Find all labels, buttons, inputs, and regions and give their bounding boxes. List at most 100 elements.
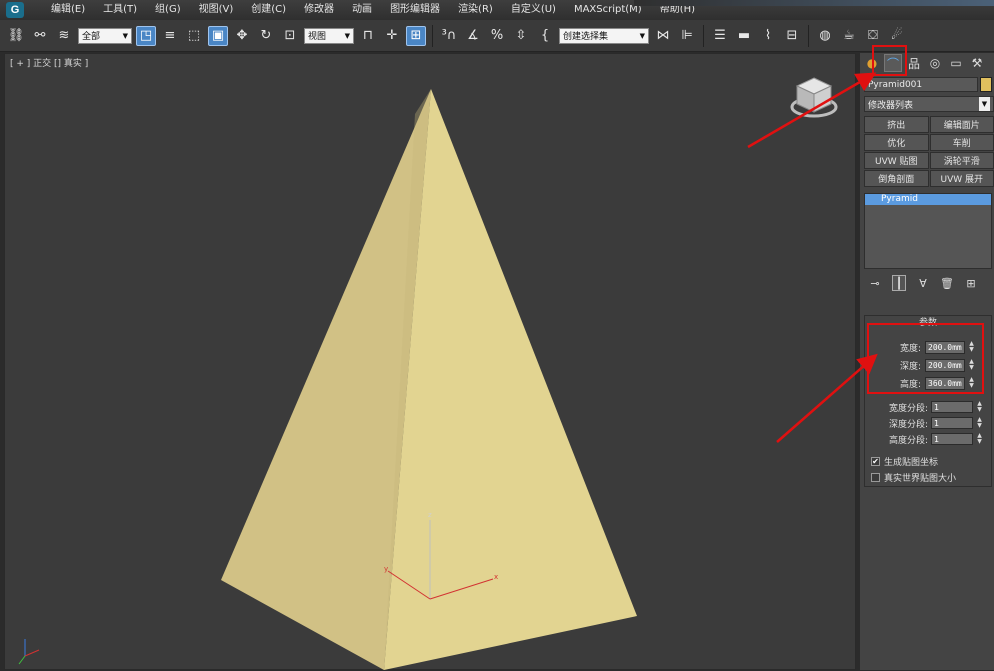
object-name-field[interactable]: Pyramid001 [864, 77, 978, 92]
toolbar-separator [432, 25, 433, 47]
render-production-icon[interactable]: ☄ [887, 26, 907, 46]
angle-snap-icon[interactable]: ∡ [463, 26, 483, 46]
pivot-center-icon[interactable]: ⊓ [358, 26, 378, 46]
spinner-snap-icon[interactable]: ⇳ [511, 26, 531, 46]
checkbox-row[interactable]: 真实世界贴图大小 [871, 469, 991, 485]
remove-modifier-icon[interactable]: 🗑 [940, 275, 954, 291]
perspective-viewport[interactable]: z y x [ + ] 正交 [] 真实 ] [4, 53, 856, 670]
modifier-button[interactable]: 挤出 [864, 116, 929, 133]
select-manipulate-icon[interactable]: ✛ [382, 26, 402, 46]
unlink-icon[interactable]: ⚯ [30, 26, 50, 46]
checkbox-label: 生成贴图坐标 [884, 455, 938, 468]
spinner-icon[interactable]: ▲▼ [976, 417, 983, 429]
motion-tab-icon[interactable]: ◎ [926, 54, 944, 72]
chevron-down-icon: ▼ [979, 97, 990, 111]
bind-space-warp-icon[interactable]: ≋ [54, 26, 74, 46]
layer-manager-icon[interactable]: ☰ [710, 26, 730, 46]
configure-modifier-sets-icon[interactable]: ⊞ [964, 275, 978, 291]
link-icon[interactable]: ⛓ [6, 26, 26, 46]
menu-item[interactable]: 修改器 [295, 0, 343, 20]
y-axis-label: y [384, 565, 388, 573]
modifier-button[interactable]: 涡轮平滑 [930, 152, 994, 169]
segment-value-input[interactable]: 1 [931, 401, 973, 413]
curve-editor-icon[interactable]: ⌇ [758, 26, 778, 46]
modifier-button[interactable]: 倒角剖面 [864, 170, 929, 187]
scale-icon[interactable]: ⊡ [280, 26, 300, 46]
select-by-name-icon[interactable]: ≡ [160, 26, 180, 46]
segment-row: 深度分段:1▲▼ [865, 415, 991, 431]
checkbox[interactable]: ✔ [871, 457, 880, 466]
app-logo-icon: G [6, 2, 24, 18]
menu-item[interactable]: 编辑(E) [42, 0, 94, 20]
checkbox-row[interactable]: ✔ 生成贴图坐标 [871, 453, 991, 469]
segment-label: 深度分段: [865, 417, 931, 430]
modifier-button[interactable]: 车削 [930, 134, 994, 151]
menu-item[interactable]: 渲染(R) [449, 0, 502, 20]
x-axis-label: x [494, 573, 498, 581]
menu-item[interactable]: 创建(C) [242, 0, 295, 20]
select-object-icon[interactable]: ◳ [136, 26, 156, 46]
move-icon[interactable]: ✥ [232, 26, 252, 46]
spinner-icon[interactable]: ▲▼ [976, 401, 983, 413]
reference-coord-dropdown[interactable]: 视图 ▼ [304, 28, 354, 44]
segment-value-input[interactable]: 1 [931, 433, 973, 445]
modifier-list-dropdown[interactable]: 修改器列表 ▼ [864, 96, 994, 112]
pin-stack-icon[interactable]: ⊸ [868, 275, 882, 291]
segment-label: 宽度分段: [865, 401, 931, 414]
menu-item[interactable]: 动画 [343, 0, 381, 20]
mirror-icon[interactable]: ⋈ [653, 26, 673, 46]
snap-toggle-icon[interactable]: ³∩ [439, 26, 459, 46]
percent-snap-icon[interactable]: % [487, 26, 507, 46]
toolbar-separator [808, 25, 809, 47]
modifier-buttons: 挤出编辑面片优化车削UVW 贴图涡轮平滑倒角剖面UVW 展开 [864, 116, 994, 187]
render-setup-icon[interactable]: ☕ [839, 26, 859, 46]
modifier-button[interactable]: UVW 贴图 [864, 152, 929, 169]
title-strip [634, 0, 994, 6]
display-tab-icon[interactable]: ▭ [947, 54, 965, 72]
chevron-down-icon: ▼ [345, 32, 350, 40]
highlight-params [867, 323, 984, 394]
highlight-modify-tab [872, 45, 907, 76]
schematic-view-icon[interactable]: ⊟ [782, 26, 802, 46]
modifier-button[interactable]: 优化 [864, 134, 929, 151]
viewport-scene: z y x [5, 54, 857, 671]
segment-params: 宽度分段:1▲▼深度分段:1▲▼高度分段:1▲▼ [865, 399, 991, 447]
world-x-axis [25, 650, 39, 656]
hierarchy-tab-icon[interactable]: 品 [905, 54, 923, 72]
rotate-icon[interactable]: ↻ [256, 26, 276, 46]
named-selection-dropdown[interactable]: 创建选择集 ▼ [559, 28, 649, 44]
utilities-tab-icon[interactable]: ⚒ [968, 54, 986, 72]
toolbar-separator [703, 25, 704, 47]
rendered-frame-icon[interactable]: ⛋ [863, 26, 883, 46]
world-y-axis [19, 656, 25, 664]
menu-item[interactable]: 自定义(U) [502, 0, 565, 20]
spinner-icon[interactable]: ▲▼ [976, 433, 983, 445]
keyboard-shortcut-icon[interactable]: ⊞ [406, 26, 426, 46]
modifier-stack[interactable]: Pyramid [864, 193, 992, 269]
rect-selection-icon[interactable]: ⬚ [184, 26, 204, 46]
segment-value-input[interactable]: 1 [931, 417, 973, 429]
menu-item[interactable]: 组(G) [146, 0, 190, 20]
material-editor-icon[interactable]: ◍ [815, 26, 835, 46]
show-end-result-icon[interactable]: ┃ [892, 275, 906, 291]
modifier-button[interactable]: 编辑面片 [930, 116, 994, 133]
app-menu-button[interactable]: G [0, 0, 30, 20]
edit-named-selection-icon[interactable]: { [535, 26, 555, 46]
object-color-swatch[interactable] [980, 77, 992, 92]
align-icon[interactable]: ⊫ [677, 26, 697, 46]
checkbox-label: 真实世界贴图大小 [884, 471, 956, 484]
window-crossing-icon[interactable]: ▣ [208, 26, 228, 46]
checkbox[interactable] [871, 473, 880, 482]
modifier-button[interactable]: UVW 展开 [930, 170, 994, 187]
menu-item[interactable]: 工具(T) [94, 0, 146, 20]
ribbon-icon[interactable]: ▬ [734, 26, 754, 46]
stack-item-pyramid[interactable]: Pyramid [865, 194, 991, 205]
make-unique-icon[interactable]: ∀ [916, 275, 930, 291]
menu-item[interactable]: 视图(V) [190, 0, 243, 20]
selection-filter-dropdown[interactable]: 全部 ▼ [78, 28, 132, 44]
main-toolbar: ⛓ ⚯ ≋ 全部 ▼ ◳ ≡ ⬚ ▣ ✥ ↻ ⊡ 视图 ▼ ⊓ ✛ ⊞ ³∩ ∡… [0, 20, 994, 52]
chevron-down-icon: ▼ [123, 32, 128, 40]
viewport-label[interactable]: [ + ] 正交 [] 真实 ] [10, 56, 88, 69]
menu-items: 编辑(E)工具(T)组(G)视图(V)创建(C)修改器动画图形编辑器渲染(R)自… [42, 0, 704, 20]
menu-item[interactable]: 图形编辑器 [381, 0, 449, 20]
